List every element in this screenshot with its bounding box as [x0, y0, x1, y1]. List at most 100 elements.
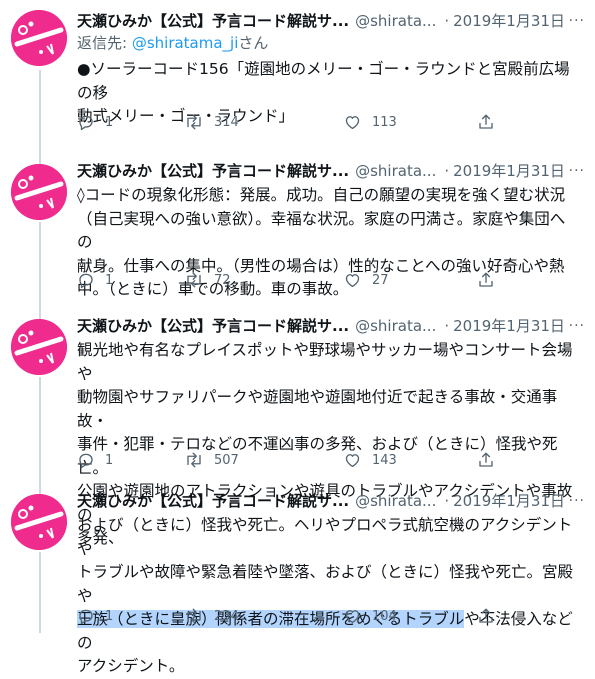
heart-icon: [345, 274, 360, 288]
reply-button[interactable]: 1: [77, 450, 115, 470]
profile-logo-icon: [11, 164, 67, 220]
tweet-date[interactable]: 2019年1月31日: [453, 12, 565, 30]
like-count: 143: [372, 452, 397, 468]
text-line: トラブルや故障や緊急着陸や墜落、および（ときに）怪我や死亡。宮殿や: [77, 563, 574, 605]
display-name[interactable]: 天瀬ひみか【公式】予言コード解説サ...: [77, 492, 349, 510]
share-button[interactable]: [477, 450, 505, 470]
tweet-actions: 1 507 143: [77, 450, 517, 470]
retweet-button[interactable]: 507: [184, 450, 239, 470]
tweet-date[interactable]: 2019年1月31日: [453, 492, 565, 510]
heart-icon: [345, 610, 360, 624]
tweet-thread: 天瀬ひみか【公式】予言コード解説サ... @shirata... · 2019年1月3…: [0, 0, 595, 675]
text-line: アクシデント。: [77, 657, 185, 675]
more-dots-icon[interactable]: ···: [569, 10, 585, 32]
reply-to: 返信先: @shiratama_jiさん: [77, 32, 268, 54]
tweet-actions: 1 72 27: [77, 270, 517, 290]
retweet-icon: [187, 272, 201, 288]
separator-dot: ·: [444, 12, 450, 30]
like-button[interactable]: 143: [343, 450, 397, 470]
more-dots-icon[interactable]: ···: [569, 160, 585, 182]
retweet-count: 234: [214, 608, 239, 624]
like-button[interactable]: 27: [343, 270, 389, 290]
thread-line: [39, 70, 41, 160]
reply-button[interactable]: 1: [77, 112, 115, 132]
share-icon: [479, 452, 493, 467]
more-dots-icon[interactable]: ···: [569, 490, 585, 512]
reply-button[interactable]: 1: [77, 606, 115, 626]
tweet-date[interactable]: 2019年1月31日: [453, 317, 565, 335]
thread-line: [39, 222, 41, 315]
reply-button[interactable]: 1: [77, 270, 115, 290]
like-count: 104: [372, 608, 397, 624]
profile-logo-icon: [11, 10, 67, 66]
retweet-button[interactable]: 314: [184, 112, 239, 132]
user-handle[interactable]: @shirata...: [355, 492, 436, 510]
heart-icon: [345, 116, 360, 130]
like-button[interactable]: 113: [343, 112, 397, 132]
tweet-1[interactable]: 天瀬ひみか【公式】予言コード解説サ... @shirata... · 2019年1月3…: [0, 10, 595, 160]
reply-count: 1: [105, 452, 114, 468]
separator-dot: ·: [444, 162, 450, 180]
profile-logo-icon: [11, 494, 67, 550]
text-line: ◊コードの現象化形態：発展。成功。自己の願望の実現を強く望む状況: [77, 186, 566, 204]
retweet-icon: [187, 452, 201, 468]
like-button[interactable]: 104: [343, 606, 397, 626]
avatar[interactable]: [11, 494, 67, 550]
display-name[interactable]: 天瀬ひみか【公式】予言コード解説サ...: [77, 162, 349, 180]
tweet-actions: 1 314 113: [77, 112, 517, 132]
tweet-2[interactable]: 天瀬ひみか【公式】予言コード解説サ... @shirata... · 2019年1月3…: [0, 160, 595, 315]
retweet-count: 314: [214, 114, 239, 130]
reply-to-handle-link[interactable]: @shiratama_ji: [132, 34, 239, 52]
reply-to-prefix: 返信先:: [77, 34, 132, 52]
retweet-count: 72: [214, 272, 231, 288]
avatar[interactable]: [11, 10, 67, 66]
separator-dot: ·: [444, 492, 450, 510]
speech-bubble-icon: [79, 115, 93, 131]
separator-dot: ·: [444, 317, 450, 335]
profile-logo-icon: [11, 319, 67, 375]
tweet-header: 天瀬ひみか【公式】予言コード解説サ... @shirata... · 2019年1月3…: [77, 160, 587, 182]
tweet-4[interactable]: 天瀬ひみか【公式】予言コード解説サ... @shirata... · 2019年1月3…: [0, 490, 595, 675]
user-handle[interactable]: @shirata...: [355, 317, 436, 335]
display-name[interactable]: 天瀬ひみか【公式】予言コード解説サ...: [77, 317, 349, 335]
thread-line: [39, 552, 41, 633]
tweet-actions: 1 234 104: [77, 606, 517, 626]
more-dots-icon[interactable]: ···: [569, 315, 585, 337]
tweet-header: 天瀬ひみか【公式】予言コード解説サ... @shirata... · 2019年1月3…: [77, 490, 587, 512]
text-line: 観光地や有名なプレイスポットや野球場やサッカー場やコンサート会場や: [77, 341, 573, 383]
reply-to-suffix: さん: [238, 34, 269, 52]
text-line: および（ときに）怪我や死亡。ヘリやプロペラ式航空機のアクシデントや: [77, 516, 573, 558]
tweet-text: および（ときに）怪我や死亡。ヘリやプロペラ式航空機のアクシデントや トラブルや故…: [77, 514, 577, 679]
share-icon: [479, 272, 493, 287]
tweet-3[interactable]: 天瀬ひみか【公式】予言コード解説サ... @shirata... · 2019年1月3…: [0, 315, 595, 547]
heart-icon: [345, 454, 360, 468]
speech-bubble-icon: [79, 609, 93, 625]
share-icon: [479, 114, 493, 129]
user-handle[interactable]: @shirata...: [355, 12, 436, 30]
share-icon: [479, 608, 493, 623]
user-handle[interactable]: @shirata...: [355, 162, 436, 180]
speech-bubble-icon: [79, 453, 93, 469]
like-count: 27: [372, 272, 389, 288]
share-button[interactable]: [477, 606, 505, 626]
retweet-button[interactable]: 234: [184, 606, 239, 626]
text-line: 動物園やサファリパークや遊園地や遊園地付近で起きる事故・交通事故・: [77, 388, 558, 430]
text-line: （自己実現への強い意欲）。幸福な状況。家庭の円満さ。家庭や集団への: [77, 209, 566, 252]
retweet-count: 507: [214, 452, 239, 468]
share-button[interactable]: [477, 112, 505, 132]
share-button[interactable]: [477, 270, 505, 290]
reply-count: 1: [105, 114, 114, 130]
avatar[interactable]: [11, 164, 67, 220]
reply-count: 1: [105, 272, 114, 288]
reply-count: 1: [105, 608, 114, 624]
tweet-header: 天瀬ひみか【公式】予言コード解説サ... @shirata... · 2019年1月3…: [77, 10, 587, 32]
like-count: 113: [372, 114, 397, 130]
speech-bubble-icon: [79, 273, 93, 289]
tweet-date[interactable]: 2019年1月31日: [453, 162, 565, 180]
thread-line: [39, 377, 41, 490]
retweet-button[interactable]: 72: [184, 270, 231, 290]
avatar[interactable]: [11, 319, 67, 375]
tweet-header: 天瀬ひみか【公式】予言コード解説サ... @shirata... · 2019年1月3…: [77, 315, 587, 337]
retweet-icon: [187, 114, 201, 130]
display-name[interactable]: 天瀬ひみか【公式】予言コード解説サ...: [77, 12, 349, 30]
